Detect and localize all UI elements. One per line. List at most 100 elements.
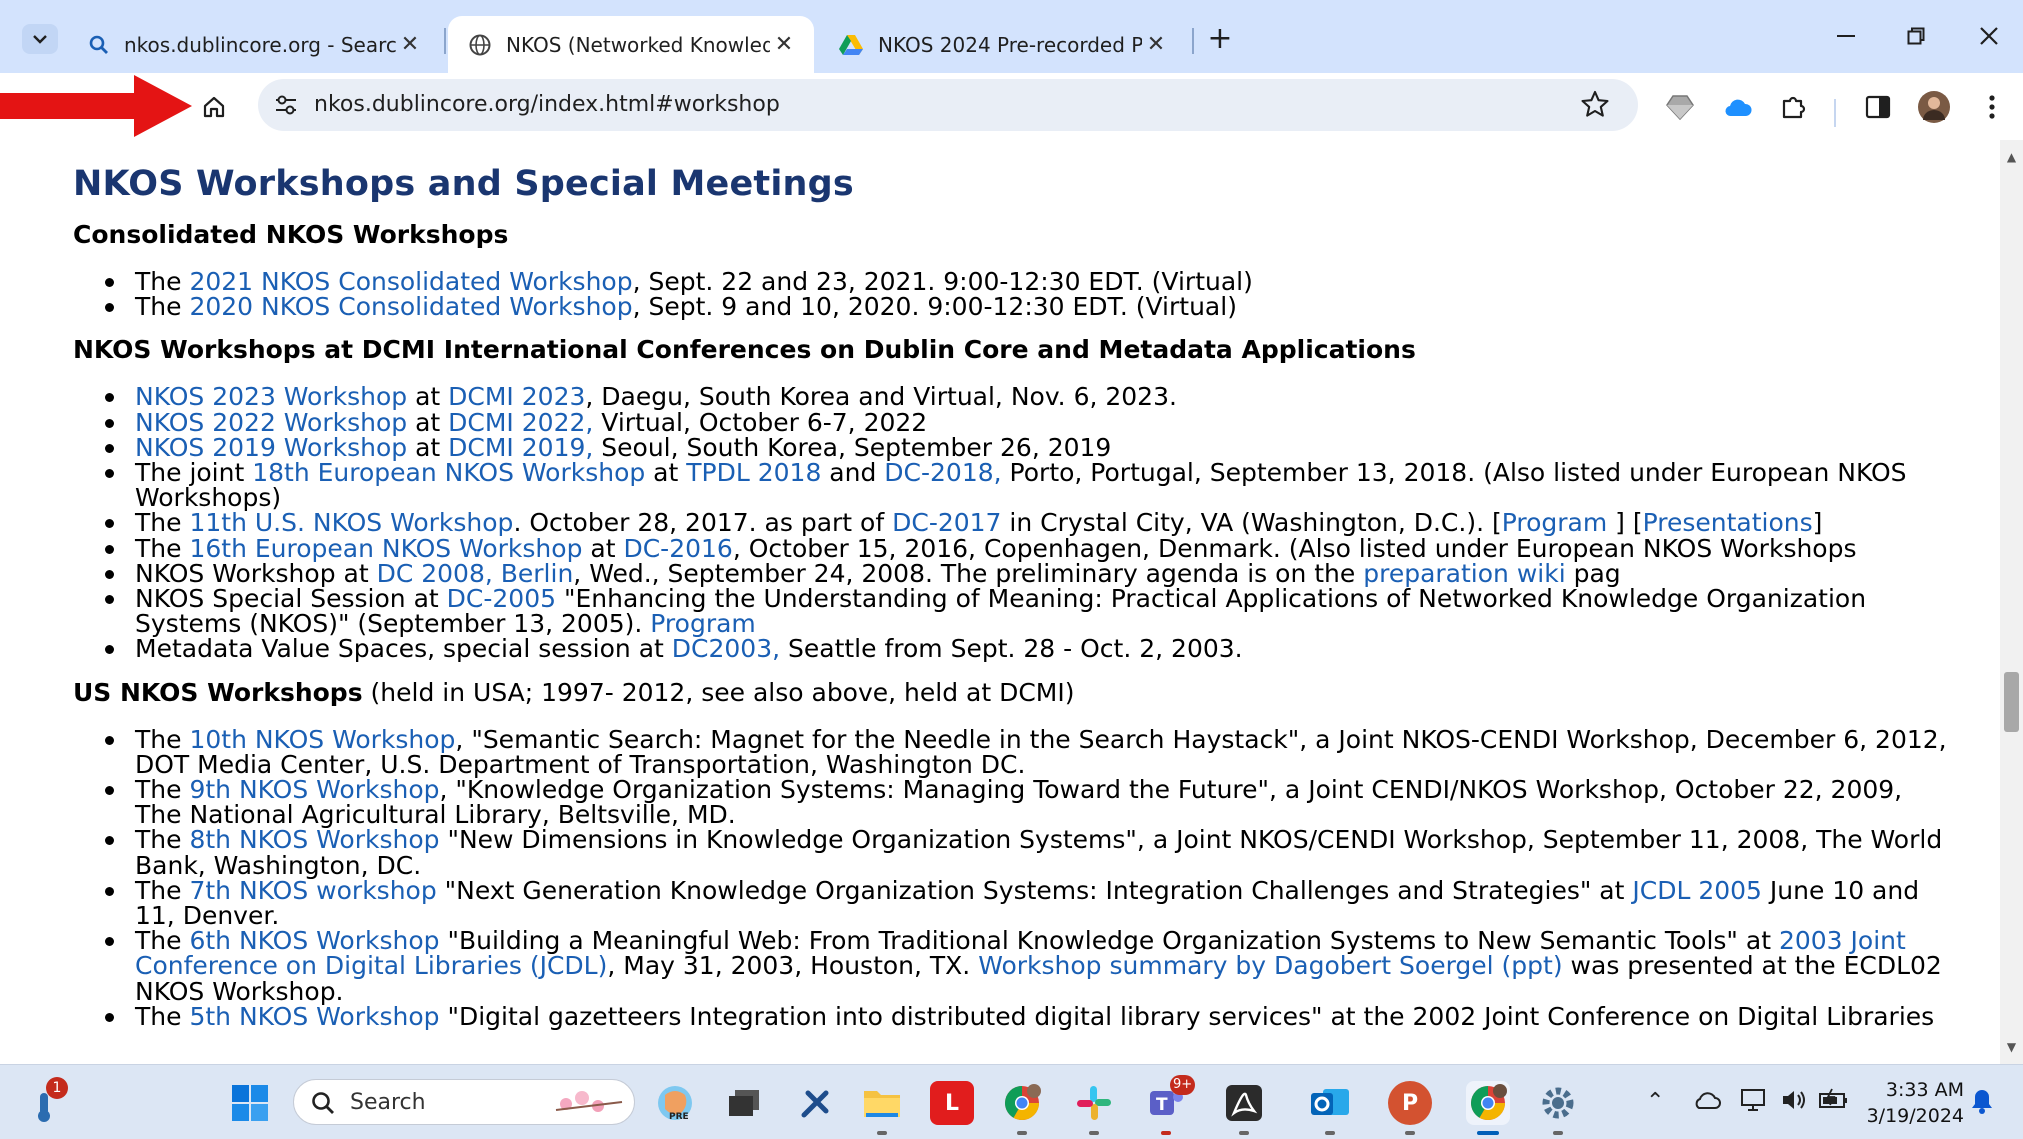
browser-toolbar: nkos.dublincore.org/index.html#workshop bbox=[0, 73, 2023, 140]
restore-button[interactable] bbox=[1891, 18, 1941, 54]
item-text: at bbox=[645, 458, 687, 488]
search-label: Search bbox=[350, 1090, 426, 1115]
acrobat-icon[interactable] bbox=[1222, 1081, 1266, 1135]
search-icon bbox=[89, 35, 108, 54]
running-indicator bbox=[1239, 1131, 1249, 1135]
workshop-link[interactable]: TPDL 2018 bbox=[686, 458, 821, 487]
outlook-icon[interactable] bbox=[1308, 1081, 1352, 1135]
scroll-thumb[interactable] bbox=[2004, 672, 2019, 732]
tab-divider bbox=[1192, 28, 1194, 54]
battery-icon[interactable] bbox=[1818, 1087, 1850, 1113]
minimize-button[interactable] bbox=[1821, 18, 1871, 54]
list-item: NKOS Workshop at DC 2008, Berlin, Wed., … bbox=[105, 561, 1953, 586]
volume-icon[interactable] bbox=[1780, 1087, 1810, 1113]
taskbar-search-box[interactable]: Search bbox=[293, 1079, 635, 1125]
bookmark-star-icon[interactable] bbox=[1580, 89, 1612, 121]
settings-tool-icon[interactable] bbox=[794, 1081, 838, 1125]
workshop-link[interactable]: 5th NKOS Workshop bbox=[189, 1002, 439, 1031]
tray-chevron-up-icon[interactable]: ⌃ bbox=[1646, 1089, 1664, 1114]
site-settings-icon[interactable] bbox=[272, 91, 302, 121]
tab-title: NKOS (Networked Knowledge O bbox=[506, 32, 770, 57]
network-icon[interactable] bbox=[1740, 1087, 1770, 1113]
scroll-up-icon[interactable]: ▲ bbox=[2004, 150, 2019, 164]
item-text: , May 31, 2003, Houston, TX. bbox=[607, 951, 979, 981]
running-indicator bbox=[1325, 1131, 1335, 1135]
workshop-link[interactable]: 18th European NKOS Workshop bbox=[252, 458, 645, 487]
tab-search-button[interactable] bbox=[22, 24, 58, 54]
workshop-link[interactable]: DC-2018, bbox=[884, 458, 1001, 487]
notification-bell-icon[interactable] bbox=[1970, 1087, 1994, 1115]
item-text: "Digital gazetteers Integration into dis… bbox=[439, 1001, 1935, 1031]
item-text: , Sept. 9 and 10, 2020. 9:00-12:30 EDT. … bbox=[632, 292, 1237, 322]
start-icon[interactable] bbox=[228, 1081, 272, 1125]
powerpoint-label: P bbox=[1401, 1090, 1419, 1116]
running-indicator bbox=[1017, 1131, 1027, 1135]
google-drive-icon bbox=[839, 34, 863, 55]
extension-gem-icon[interactable] bbox=[1660, 87, 1700, 127]
slack-icon[interactable] bbox=[1072, 1081, 1116, 1135]
list-item: The 6th NKOS Workshop "Building a Meanin… bbox=[105, 928, 1953, 1004]
onedrive-icon[interactable] bbox=[1692, 1089, 1722, 1111]
list-item: The 2020 NKOS Consolidated Workshop, Sep… bbox=[105, 292, 1953, 322]
cloud-extension-icon[interactable] bbox=[1718, 87, 1758, 127]
workshop-link[interactable]: Workshop summary by Dagobert Soergel (pp… bbox=[978, 951, 1562, 980]
item-text: The bbox=[135, 1001, 190, 1031]
app-l-icon[interactable]: L bbox=[930, 1081, 974, 1125]
file-explorer-icon[interactable] bbox=[860, 1081, 904, 1135]
tab-nkos-active[interactable]: NKOS (Networked Knowledge O ✕ bbox=[448, 16, 814, 73]
app-l-label: L bbox=[944, 1090, 960, 1116]
extensions-puzzle-icon[interactable] bbox=[1774, 87, 1814, 127]
close-icon[interactable]: ✕ bbox=[770, 31, 798, 59]
red-arrow-annotation bbox=[0, 75, 192, 137]
running-indicator bbox=[1477, 1131, 1499, 1135]
cherry-blossom-icon bbox=[555, 1091, 623, 1112]
clock-time[interactable]: 3:33 AM bbox=[1884, 1079, 1964, 1101]
close-window-button[interactable] bbox=[1964, 18, 2014, 54]
clock-date[interactable]: 3/19/2024 bbox=[1866, 1105, 1964, 1127]
more-menu-icon[interactable] bbox=[1972, 87, 2012, 127]
copilot-icon[interactable]: PRE bbox=[653, 1081, 697, 1125]
item-text: "Next Generation Knowledge Organization … bbox=[436, 875, 1633, 905]
teams-icon[interactable]: T 9+ bbox=[1144, 1075, 1196, 1135]
tab-drive[interactable]: NKOS 2024 Pre-recorded Prese ✕ bbox=[818, 16, 1186, 73]
section-heading-note: (held in USA; 1997- 2012, see also above… bbox=[362, 677, 1075, 707]
chevron-down-icon bbox=[33, 35, 47, 44]
powerpoint-icon[interactable]: P bbox=[1388, 1081, 1432, 1135]
list-item: The 16th European NKOS Workshop at DC-20… bbox=[105, 536, 1953, 561]
new-tab-button[interactable]: + bbox=[1204, 20, 1236, 56]
scroll-down-icon[interactable]: ▼ bbox=[2004, 1040, 2019, 1054]
workshop-list: The 10th NKOS Workshop, "Semantic Search… bbox=[73, 726, 1953, 1031]
list-item: The 5th NKOS Workshop "Digital gazetteer… bbox=[105, 1001, 1953, 1031]
list-item: NKOS 2019 Workshop at DCMI 2019, Seoul, … bbox=[105, 435, 1953, 460]
address-bar[interactable]: nkos.dublincore.org/index.html#workshop bbox=[258, 79, 1638, 131]
profile-avatar[interactable] bbox=[1914, 87, 1954, 127]
scrollbar[interactable]: ▲ ▼ bbox=[2000, 140, 2023, 1064]
page-content: NKOS Workshops and Special Meetings Cons… bbox=[73, 140, 1953, 1029]
plus-icon: + bbox=[1207, 20, 1233, 56]
side-panel-icon[interactable] bbox=[1858, 87, 1898, 127]
url-text[interactable]: nkos.dublincore.org/index.html#workshop bbox=[314, 92, 780, 117]
tab-search[interactable]: nkos.dublincore.org - Search ✕ bbox=[68, 16, 440, 73]
chrome-profile-icon[interactable] bbox=[1000, 1081, 1044, 1135]
settings-icon[interactable] bbox=[1536, 1081, 1580, 1135]
home-button[interactable] bbox=[194, 87, 234, 127]
tab-divider bbox=[444, 28, 446, 54]
task-view-icon[interactable] bbox=[722, 1081, 766, 1125]
workshop-list: The 2021 NKOS Consolidated Workshop, Sep… bbox=[73, 269, 1953, 319]
close-icon[interactable]: ✕ bbox=[396, 31, 424, 59]
section-heading-text: NKOS Workshops at DCMI International Con… bbox=[73, 335, 1416, 365]
notification-widget[interactable]: 1 bbox=[28, 1077, 68, 1125]
close-icon[interactable]: ✕ bbox=[1142, 31, 1170, 59]
teams-badge: 9+ bbox=[1170, 1075, 1196, 1095]
workshop-link[interactable]: JCDL 2005 bbox=[1632, 876, 1762, 905]
workshop-link[interactable]: DC2003, bbox=[672, 634, 780, 663]
chrome-icon[interactable] bbox=[1466, 1081, 1510, 1135]
running-indicator bbox=[1161, 1131, 1171, 1135]
workshop-link[interactable]: 2020 NKOS Consolidated Workshop bbox=[189, 292, 632, 321]
section-heading-text: US NKOS Workshops bbox=[73, 677, 363, 707]
taskbar: 1 Search PRE L T 9+ P ⌃ 3:33 AM 3/19/202… bbox=[0, 1064, 2023, 1139]
list-item: The 7th NKOS workshop "Next Generation K… bbox=[105, 875, 1953, 928]
home-icon bbox=[203, 96, 225, 118]
minimize-icon bbox=[1837, 35, 1855, 37]
